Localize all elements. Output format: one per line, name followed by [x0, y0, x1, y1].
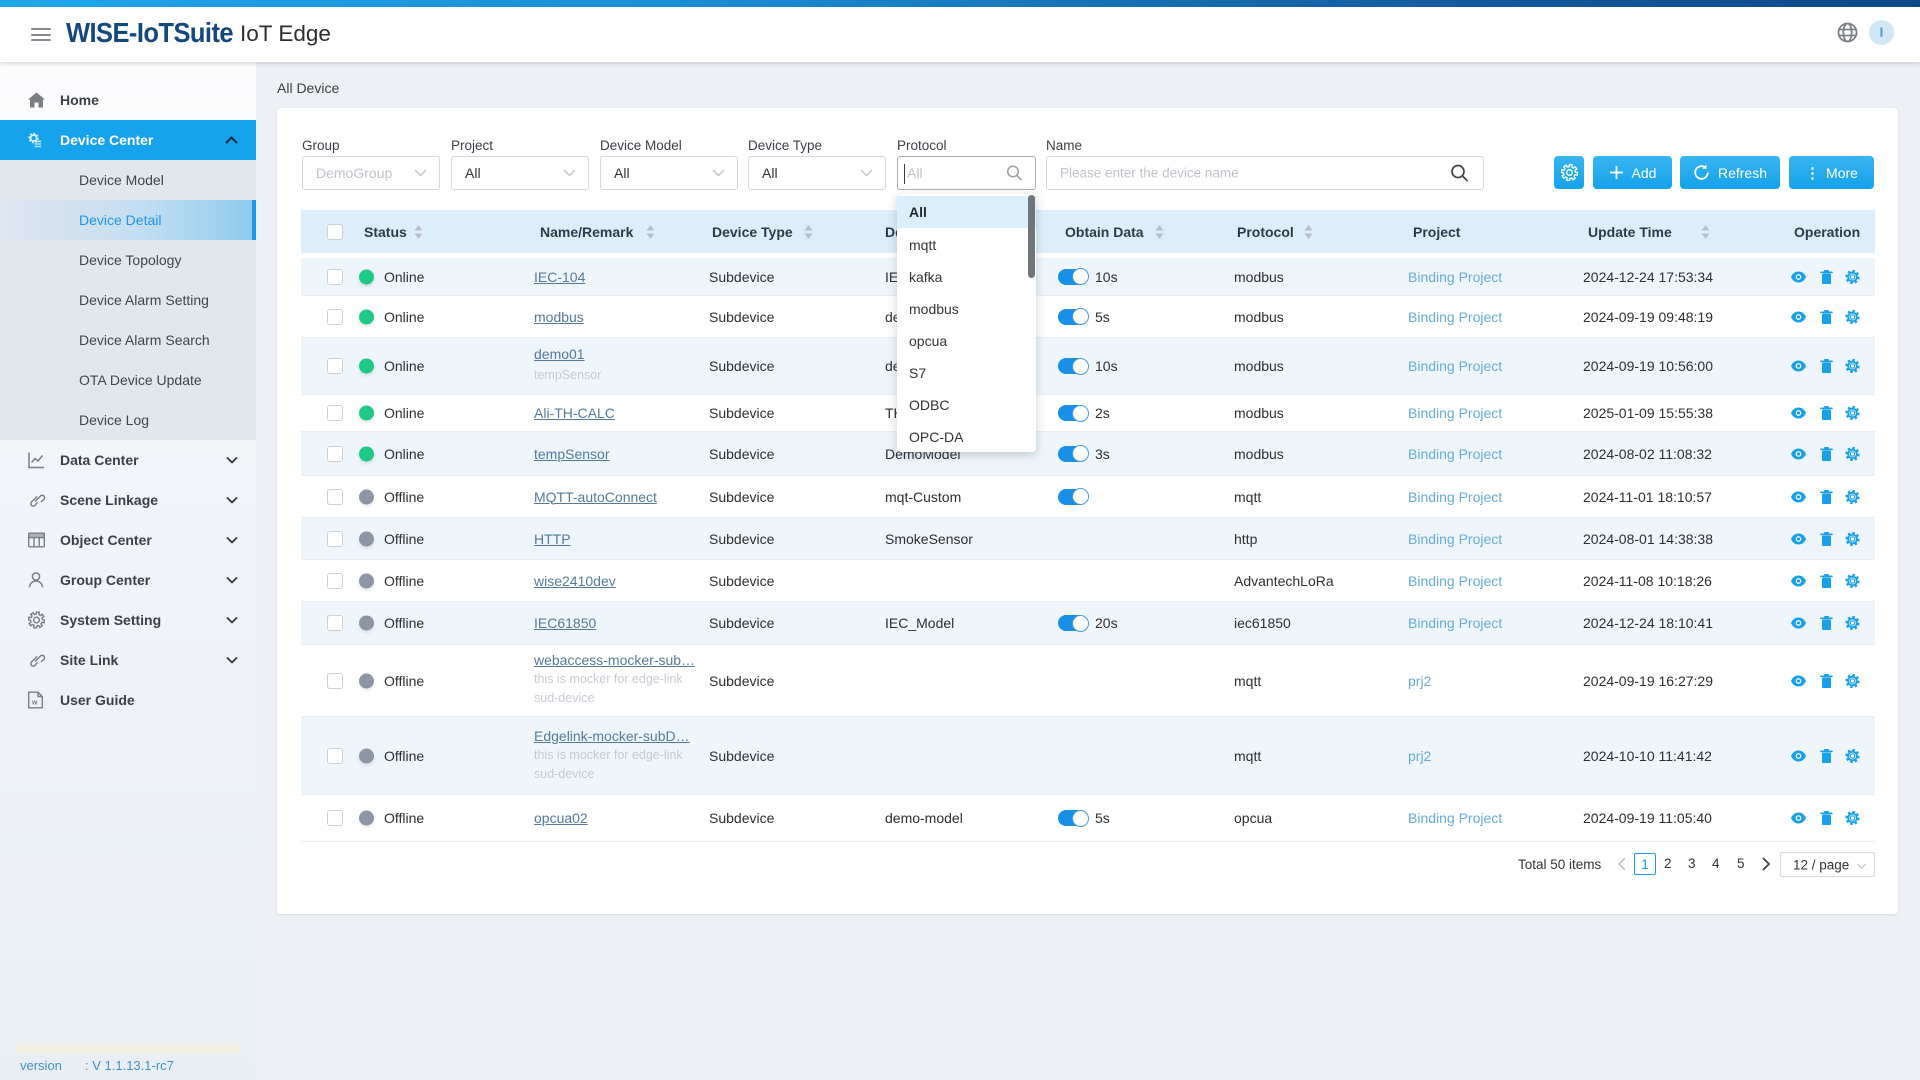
svg-text:w: w [31, 700, 38, 707]
